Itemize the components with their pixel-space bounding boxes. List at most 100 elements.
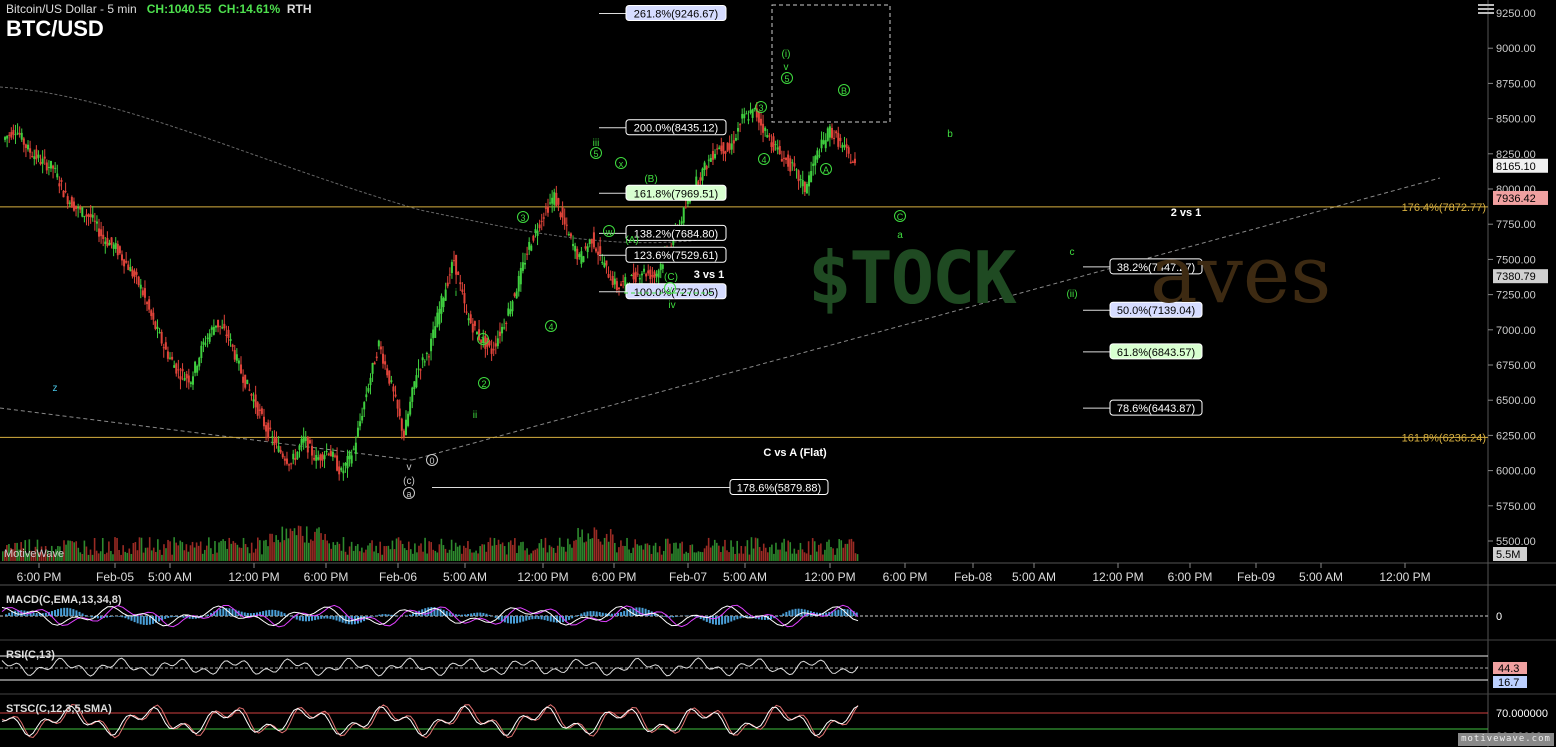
candle-body [720,145,723,152]
volume-bar [436,552,439,561]
volume-bar [756,538,759,561]
volume-bar [195,542,198,561]
y-tick-label: 8500.00 [1496,114,1536,126]
volume-bar [348,546,351,561]
candle-body [653,271,656,279]
candle-body [595,248,598,252]
candle-body [536,230,539,236]
volume-bar [722,546,724,561]
volume-bar [856,554,859,561]
macd-histogram-bar [35,613,38,616]
candle-body [22,138,25,145]
volume-bar [340,550,343,561]
candle-body [346,455,349,469]
candle-body [592,232,595,248]
candle-body [70,197,73,208]
volume-bar [71,541,73,561]
candle-body [260,408,263,414]
chart-canvas[interactable]: 9250.009000.008750.008500.008250.008000.… [0,0,1556,747]
candle-body [75,205,78,209]
candle-body [845,144,848,149]
volume-bar [516,553,518,561]
volume-bar [414,543,416,561]
candle-body [400,418,403,431]
candle-body [288,464,291,466]
candle-body [542,217,545,219]
volume-bar [110,550,112,561]
volume-bar [518,545,520,561]
x-tick-label: 12:00 PM [517,570,568,584]
volume-bar [593,527,596,561]
macd-histogram-bar [60,608,63,616]
volume-bar [365,549,367,561]
volume-bar [624,546,626,561]
volume-bar [822,554,824,561]
wave-label: (C) [664,272,678,283]
volume-bar [157,539,159,561]
candle-body [388,370,391,384]
volume-bar [271,533,273,561]
macd-histogram-bar [381,614,384,616]
volume-bar [261,554,263,561]
wave-label: y [668,284,673,294]
candle-body [208,333,211,342]
volume-bar [809,554,812,561]
volume-bar [69,540,71,561]
candle-body [632,272,635,280]
volume-bar [295,535,298,561]
volume-bar [171,554,173,561]
macd-histogram-bar [323,616,326,619]
volume-bar [628,549,630,561]
volume-bar [346,554,349,561]
candle-body [745,113,748,115]
volume-bar [352,550,355,561]
wave-label: 4 [548,322,553,332]
volume-bar [499,544,502,561]
annotation-2vs1: 2 vs 1 [1171,207,1202,219]
candle-body [826,128,829,141]
volume-bar [616,552,618,561]
menu-icon[interactable] [1478,2,1494,16]
candle-body [423,361,426,363]
volume-bar [250,542,253,561]
candle-body [557,198,560,205]
candle-body [148,299,151,310]
volume-bar [183,550,186,561]
y-tick-label: 9000.00 [1496,43,1536,55]
candle-body [146,302,149,305]
candle-body [726,142,729,152]
candle-body [359,421,362,427]
candle-body [463,293,466,304]
volume-bar [363,552,365,561]
candle-body [467,318,470,321]
candle-body [396,399,399,409]
volume-bar [407,541,410,561]
candle-body [35,149,38,160]
volume-bar [509,540,512,561]
volume-bar [442,545,445,561]
candle-body [411,387,414,402]
volume-bar [601,544,604,561]
candle-body [404,419,407,436]
volume-bar [805,553,808,561]
candle-body [588,239,591,244]
volume-bar [834,554,836,561]
candle-body [578,254,581,257]
macd-histogram-bar [785,611,788,616]
volume-bar [785,551,787,561]
candle-body [782,157,785,159]
y-tick-label: 6500.00 [1496,395,1536,407]
volume-bar [193,547,196,561]
rsi-value: 44.3 [1498,663,1519,675]
volume-bar [83,540,86,561]
candle-body [509,309,512,314]
candle-body [271,436,274,438]
volume-bar [420,543,422,561]
volume-bar [824,549,826,561]
volume-bar [452,550,455,561]
macd-histogram-bar [81,613,84,616]
macd-histogram-bar [78,611,81,616]
candle-body [820,139,823,149]
macd-histogram-bar [44,612,47,616]
macd-histogram-bar [332,616,335,620]
